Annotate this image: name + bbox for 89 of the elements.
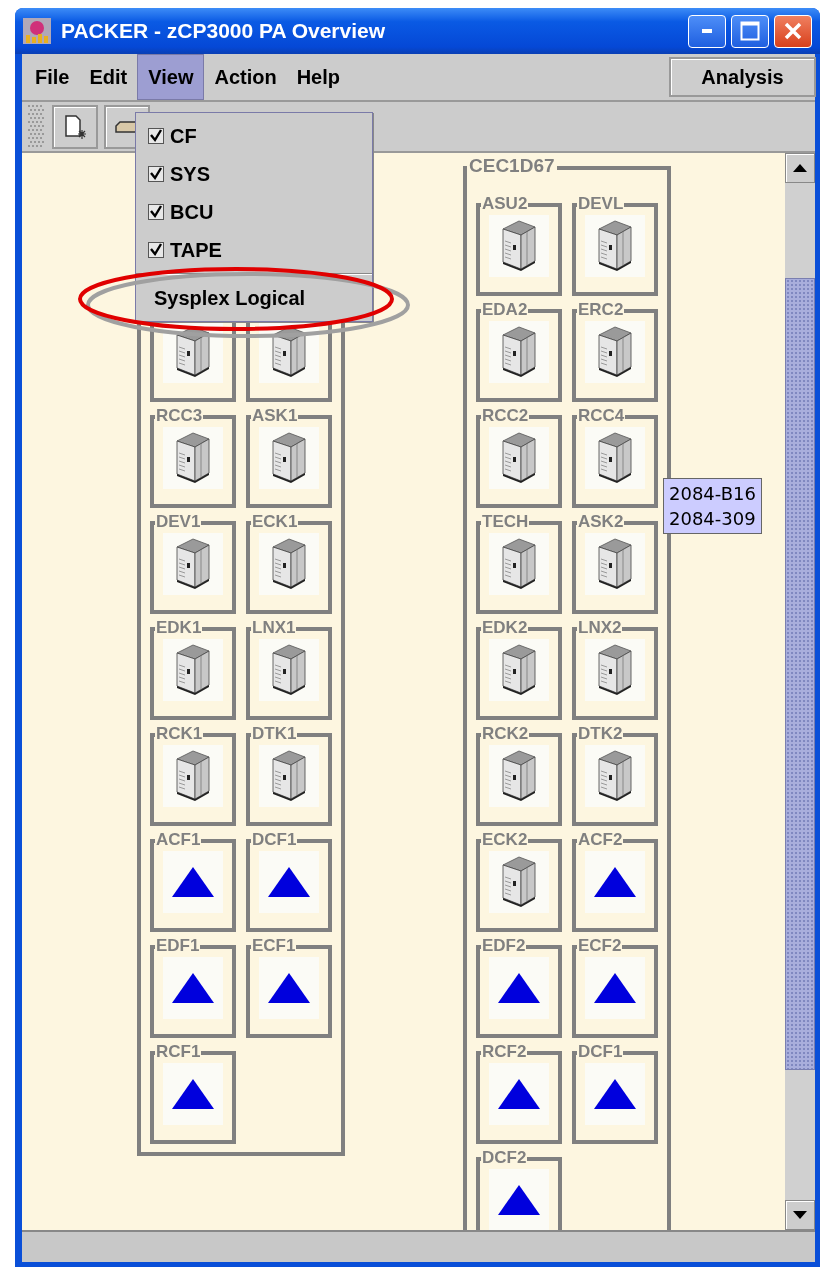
system-frame[interactable]: ASK1 [246, 407, 332, 509]
system-frame[interactable]: RCK2 [476, 725, 562, 827]
menu-item[interactable]: View [137, 54, 205, 101]
server-icon [585, 639, 645, 702]
app-icon [23, 18, 51, 45]
system-frame[interactable]: DCF1 [246, 831, 332, 933]
server-icon [163, 427, 223, 490]
scroll-down-button[interactable] [785, 1200, 815, 1231]
system-frame[interactable]: RCK1 [150, 725, 236, 827]
scroll-thumb[interactable] [785, 278, 815, 1071]
server-icon [489, 215, 549, 278]
server-icon [163, 533, 223, 596]
system-frame[interactable]: ASU2 [476, 195, 562, 297]
checkbox[interactable] [148, 166, 164, 182]
server-icon [163, 745, 223, 808]
check-icon [149, 167, 163, 181]
minimize-icon [702, 29, 712, 34]
system-frame[interactable]: DTK1 [246, 725, 332, 827]
vertical-scrollbar[interactable] [785, 153, 815, 1231]
tooltip-line: 2084-309 [669, 507, 756, 532]
menu-item[interactable]: Action [204, 54, 287, 101]
new-document-icon [62, 113, 88, 140]
server-icon [163, 639, 223, 702]
system-frame[interactable]: EDK1 [150, 619, 236, 721]
system-frame[interactable]: ECF2 [572, 937, 658, 1039]
system-frame[interactable]: RCC4 [572, 407, 658, 509]
scroll-up-button[interactable] [785, 153, 815, 184]
close-button[interactable] [774, 14, 812, 48]
up-arrow-icon [793, 164, 807, 173]
system-frame[interactable]: ACF2 [572, 831, 658, 933]
minimize-button[interactable] [688, 14, 726, 48]
system-frame[interactable]: ACF1 [150, 831, 236, 933]
close-icon [783, 21, 803, 42]
menu-option[interactable]: TAPE [170, 238, 222, 262]
check-icon [149, 205, 163, 219]
system-frame[interactable]: RCC2 [476, 407, 562, 509]
system-frame[interactable]: ECK2 [476, 831, 562, 933]
system-frame[interactable]: ECK1 [246, 513, 332, 615]
triangle-icon [489, 1169, 549, 1231]
server-icon [489, 745, 549, 808]
server-icon [259, 427, 319, 490]
menu-item[interactable]: File [25, 54, 80, 101]
system-frame[interactable]: EDK2 [476, 619, 562, 721]
menu-option[interactable]: BCU [170, 200, 214, 224]
server-icon [585, 533, 645, 596]
server-icon [489, 533, 549, 596]
server-icon [489, 321, 549, 384]
menu-option[interactable]: SYS [170, 162, 211, 186]
server-icon [585, 215, 645, 278]
server-icon [585, 321, 645, 384]
system-frame[interactable]: RCF1 [150, 1043, 236, 1145]
check-icon [149, 129, 163, 143]
server-icon [585, 427, 645, 490]
system-frame[interactable]: EDF1 [150, 937, 236, 1039]
menu-item[interactable]: Help [286, 54, 350, 101]
server-icon [489, 639, 549, 702]
system-frame[interactable]: DTK2 [572, 725, 658, 827]
maximize-icon [740, 21, 760, 42]
server-icon [259, 745, 319, 808]
checkbox[interactable] [148, 128, 164, 144]
system-frame[interactable]: ECF1 [246, 937, 332, 1039]
server-icon [259, 533, 319, 596]
checkbox[interactable] [148, 242, 164, 258]
server-icon [259, 639, 319, 702]
system-frame[interactable]: LNX2 [572, 619, 658, 721]
system-frame[interactable]: RCC3 [150, 407, 236, 509]
system-frame[interactable]: EDA2 [476, 301, 562, 403]
server-icon [489, 851, 549, 914]
system-frame[interactable]: DCF1 [572, 1043, 658, 1145]
down-arrow-icon [793, 1211, 807, 1220]
maximize-button[interactable] [731, 14, 769, 48]
system-frame[interactable]: RCF2 [476, 1043, 562, 1145]
server-icon [585, 745, 645, 808]
system-frame[interactable]: EDF2 [476, 937, 562, 1039]
system-frame[interactable]: DEVL [572, 195, 658, 297]
server-icon [489, 427, 549, 490]
system-frame[interactable]: DEV1 [150, 513, 236, 615]
menu-item[interactable]: Edit [79, 54, 138, 101]
new-file-button[interactable] [52, 104, 98, 149]
checkbox[interactable] [148, 204, 164, 220]
system-frame[interactable]: TECH [476, 513, 562, 615]
tooltip-line: 2084-B16 [669, 482, 756, 507]
analysis-button[interactable]: Analysis [669, 57, 816, 98]
menu-option[interactable]: CF [170, 124, 197, 148]
check-icon [149, 243, 163, 257]
system-frame[interactable]: ASK2 [572, 513, 658, 615]
window-title: PACKER - zCP3000 PA Overview [61, 19, 386, 44]
system-frame[interactable]: ERC2 [572, 301, 658, 403]
system-frame[interactable]: LNX1 [246, 619, 332, 721]
